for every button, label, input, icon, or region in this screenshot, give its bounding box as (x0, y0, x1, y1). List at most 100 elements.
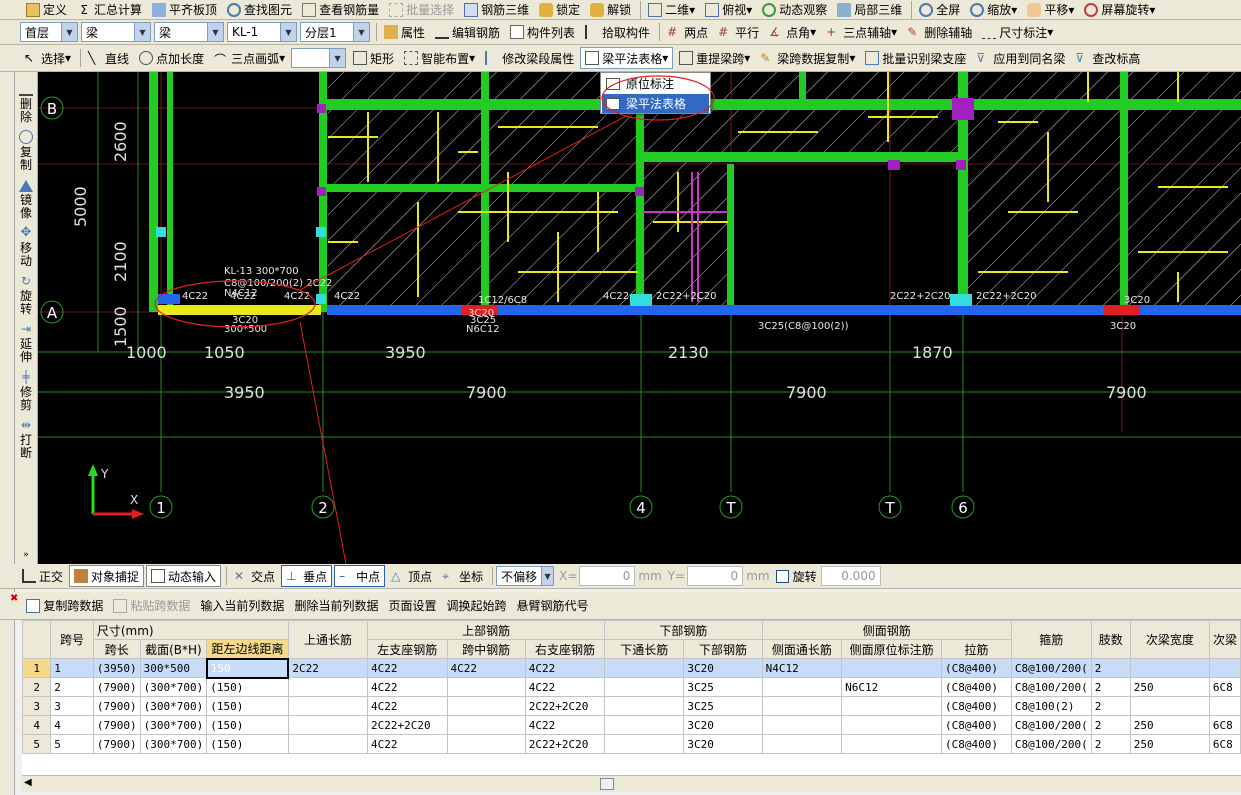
rebar-3d-button[interactable]: 钢筋三维 (460, 0, 533, 19)
three-point-axis-button[interactable]: + 三点辅轴 ▾ (822, 21, 901, 43)
table-cell[interactable]: (3950) (92, 658, 141, 678)
rotate-tool[interactable]: ↻ 旋转 (15, 274, 37, 316)
table-cell[interactable]: (150) (206, 715, 289, 735)
table-cell[interactable]: C8@100/200( (1010, 734, 1092, 754)
table-cell[interactable]: 2 (1090, 658, 1131, 678)
batch-identify-support-button[interactable]: 批量识别梁支座 (861, 47, 970, 69)
select-button[interactable]: ↖ 选择 ▾ (20, 47, 75, 69)
table-cell[interactable]: 3 (50, 696, 94, 716)
table-cell[interactable] (1129, 696, 1210, 716)
table-cell[interactable] (1208, 696, 1241, 716)
table-cell[interactable]: (7900) (92, 734, 141, 754)
table-cell[interactable]: (300*700) (139, 734, 208, 754)
table-cell[interactable]: (300*700) (139, 715, 208, 735)
table-cell[interactable]: 2C22+2C20 (524, 734, 606, 754)
break-tool[interactable]: ⇹ 打断 (15, 418, 37, 460)
pan-dropdown[interactable]: 平移 ▾ (1023, 0, 1078, 19)
rotate-checkbox[interactable] (775, 569, 789, 583)
input-column-data-button[interactable]: 输入当前列数据 (196, 595, 288, 617)
scroll-thumb[interactable] (600, 778, 614, 790)
scroll-left-icon[interactable]: ◀ (24, 777, 32, 788)
snap-midpoint[interactable]: – 中点 (334, 565, 386, 587)
table-cell[interactable] (604, 715, 685, 735)
table-cell[interactable]: (7900) (92, 715, 141, 735)
y-coordinate-input[interactable]: 0 (687, 566, 744, 586)
table-cell[interactable]: 4C22 (367, 734, 448, 754)
table-cell[interactable]: (C8@400) (941, 677, 1012, 697)
table-cell[interactable]: 4C22 (446, 658, 526, 678)
table-cell[interactable]: 2C22 (287, 658, 369, 678)
table-row[interactable]: 2 2 (7900) (300*700) (150) 4C22 4C22 3C25 N6C12(… (22, 677, 1241, 697)
delete-axis-button[interactable]: ✎ 删除辅轴 (903, 21, 976, 43)
table-cell[interactable]: (C8@400) (941, 715, 1012, 735)
move-tool[interactable]: ✥ 移动 (15, 226, 37, 268)
table-cell[interactable]: (7900) (92, 677, 141, 697)
table-cell[interactable]: 3C20 (683, 715, 763, 735)
table-cell[interactable]: 3C25 (683, 677, 763, 697)
snap-coordinate[interactable]: ⌖ 坐标 (438, 565, 487, 587)
swap-start-span-button[interactable]: 调换起始跨 (442, 595, 510, 617)
table-cell[interactable]: 2 (1090, 696, 1131, 716)
table-cell[interactable]: 4C22 (367, 658, 448, 678)
offset-select[interactable]: 不偏移 ▼ (496, 566, 555, 586)
table-row[interactable]: 3 3 (7900) (300*700) (150) 4C22 2C22+2C20 3C25(… (22, 696, 1241, 716)
ortho-toggle[interactable]: 正交 (18, 565, 67, 587)
x-coordinate-input[interactable]: 0 (579, 566, 636, 586)
dimension-button[interactable]: 尺寸标注 ▾ (978, 21, 1057, 43)
element-name-select[interactable]: KL-1 ▼ (227, 22, 297, 42)
snap-perpendicular[interactable]: ⊥ 垂点 (281, 565, 333, 587)
table-cell[interactable] (287, 715, 369, 735)
table-cell[interactable]: 4 (50, 715, 94, 735)
trim-tool[interactable]: ╪ 修剪 (15, 370, 37, 412)
table-cell[interactable]: 3C20 (683, 658, 763, 678)
zoom-dropdown[interactable]: 缩放 ▾ (966, 0, 1021, 19)
dynamic-input-toggle[interactable]: 动态输入 (146, 565, 222, 587)
table-cell[interactable]: (C8@400) (941, 734, 1012, 754)
table-horizontal-scrollbar[interactable]: ◀ (22, 775, 1241, 792)
table-row[interactable]: 4 4 (7900) (300*700) (150) 2C22+2C20 4C22 3C20(… (22, 715, 1241, 735)
table-cell[interactable]: C8@100/200( (1010, 658, 1092, 678)
table-cell[interactable] (287, 734, 369, 754)
table-cell[interactable] (287, 677, 369, 697)
beam-table-dropdown[interactable]: 梁平法表格 ▾ (580, 47, 674, 69)
check-elevation-button[interactable]: ⊽ 查改标高 (1071, 47, 1144, 69)
table-cell[interactable] (761, 677, 843, 697)
delete-column-data-button[interactable]: 删除当前列数据 (290, 595, 382, 617)
close-panel-icon[interactable]: ✖ (10, 593, 18, 604)
table-cell[interactable] (446, 677, 526, 697)
table-cell[interactable]: (150) (206, 696, 289, 716)
batch-select-button[interactable]: 批量选择 (385, 0, 458, 19)
subtype-select[interactable]: 梁 ▼ (154, 22, 224, 42)
local-3d-button[interactable]: 局部三维 (833, 0, 906, 19)
table-cell[interactable]: 1 (50, 658, 94, 678)
edit-rebar-button[interactable]: 编辑钢筋 (431, 21, 504, 43)
mirror-tool[interactable]: 镜像 (15, 178, 37, 220)
parallel-button[interactable]: # 平行 (714, 21, 763, 43)
paste-span-data-button[interactable]: 粘贴跨数据 (109, 595, 194, 617)
dynamic-observe-button[interactable]: 动态观察 (758, 0, 831, 19)
table-cell[interactable] (446, 696, 526, 716)
table-cell[interactable]: 6C8 (1208, 677, 1241, 697)
table-cell[interactable]: C8@100/200( (1010, 715, 1092, 735)
copy-tool[interactable]: 复制 (15, 130, 37, 172)
table-cell[interactable] (446, 715, 526, 735)
table-cell[interactable]: 6C8 (1208, 715, 1241, 735)
table-cell[interactable]: (7900) (92, 696, 141, 716)
table-cell[interactable]: 2 (1090, 715, 1131, 735)
table-cell[interactable]: 250 (1129, 677, 1210, 697)
table-cell[interactable] (841, 734, 943, 754)
table-cell[interactable]: (150) (206, 734, 289, 754)
fullscreen-button[interactable]: 全屏 (915, 0, 964, 19)
table-cell[interactable] (604, 696, 685, 716)
table-cell[interactable]: 2 (1090, 677, 1131, 697)
copy-span-data-button[interactable]: ✎ 梁跨数据复制 ▾ (756, 47, 859, 69)
find-element-button[interactable]: 查找图元 (223, 0, 296, 19)
apply-same-name-button[interactable]: ⊽ 应用到同名梁 (972, 47, 1069, 69)
table-cell[interactable]: (C8@400) (941, 696, 1012, 716)
table-row[interactable]: 1 1 (3950) 300*500 150 2C22 4C22 4C22 4C22 3C20 N4… (22, 657, 1241, 679)
point-angle-button[interactable]: ∡ 点角 ▾ (765, 21, 820, 43)
table-cell[interactable] (761, 696, 843, 716)
copy-span-data-button[interactable]: 复制跨数据 (22, 595, 107, 617)
modify-beam-segment-button[interactable]: 修改梁段属性 (481, 47, 578, 69)
re-extract-span-button[interactable]: 重提梁跨 ▾ (675, 47, 754, 69)
